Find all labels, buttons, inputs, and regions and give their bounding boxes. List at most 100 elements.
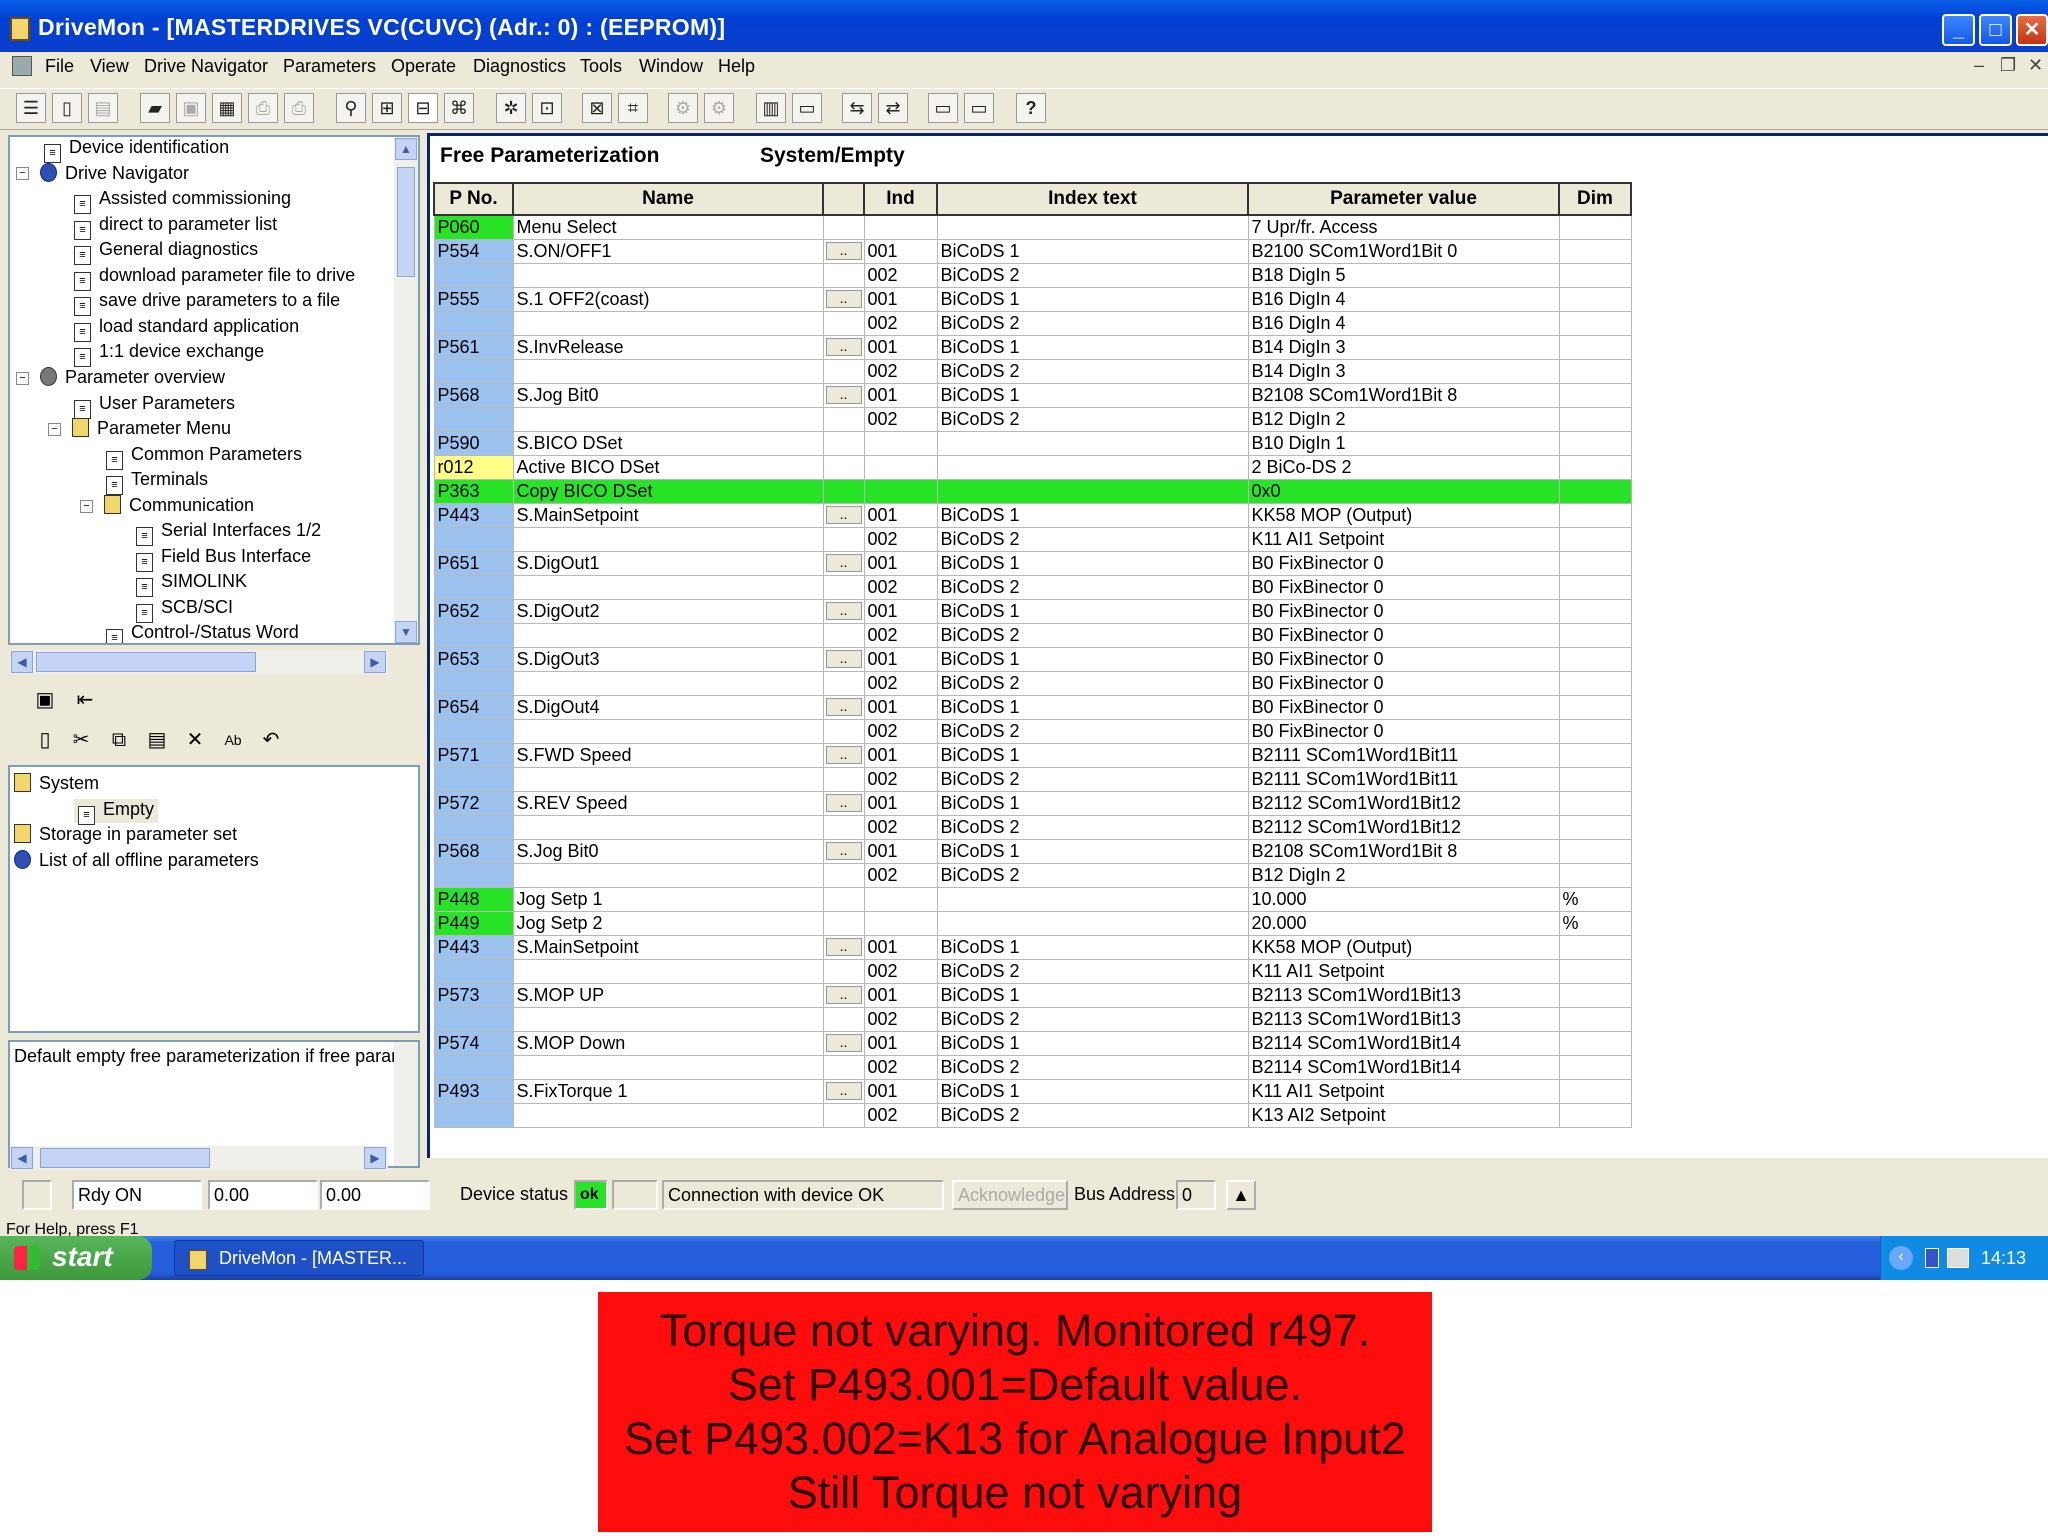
col-header-ind[interactable]: Ind [863,182,938,216]
dim-cell[interactable] [1558,1030,1632,1056]
param-value-cell[interactable]: K13 AI2 Setpoint [1247,1102,1560,1128]
tile-icon[interactable]: ▭ [928,93,958,123]
index-cell[interactable]: 001 [863,838,938,864]
index-expand-button[interactable]: .. [825,794,862,812]
dim-cell[interactable] [1558,646,1632,672]
param-name-cell[interactable]: Menu Select [512,214,824,240]
index-button-cell[interactable] [822,766,865,792]
param-number-cell[interactable]: P493 [433,1078,514,1104]
param-name-cell[interactable] [512,1006,824,1032]
tree-item-simolink[interactable]: ≡ SIMOLINK [136,571,247,597]
table-row[interactable]: P653 S.DigOut3.. 001 BiCoDS 1 B0 FixBinector… [433,646,1632,672]
col-header-button[interactable] [822,182,865,216]
index-text-cell[interactable]: BiCoDS 2 [936,1054,1249,1080]
param-name-cell[interactable]: S.FWD Speed [512,742,824,768]
param-name-cell[interactable]: S.MOP Down [512,1030,824,1056]
tree-item-download-parameter-file[interactable]: ≡ download parameter file to drive [74,265,355,291]
index-expand-button[interactable]: .. [825,602,862,620]
param-name-cell[interactable] [512,574,824,600]
table-row[interactable]: 002 BiCoDS 2 B0 FixBinector 0 [433,718,1632,744]
index-button-cell[interactable] [822,1006,865,1032]
index-text-cell[interactable]: BiCoDS 2 [936,526,1249,552]
index-button-cell[interactable] [822,478,865,504]
table-row[interactable]: P443 S.MainSetpoint.. 001 BiCoDS 1 KK58 MOP … [433,502,1632,528]
menu-operate[interactable]: Operate [391,56,456,77]
tree-item-save-drive-parameters[interactable]: ≡ save drive parameters to a file [74,290,340,316]
index-expand-button[interactable]: .. [825,506,862,524]
copy-icon[interactable]: ⧉ [104,725,134,755]
index-button-cell[interactable]: .. [822,550,865,576]
param-name-cell[interactable]: S.MOP UP [512,982,824,1008]
table-row[interactable]: 002 BiCoDS 2 K11 AI1 Setpoint [433,958,1632,984]
param-value-cell[interactable]: 0x0 [1247,478,1560,504]
scroll-left-icon[interactable]: ◀ [11,1147,33,1169]
table-row[interactable]: P363 Copy BICO DSet 0x0 [433,478,1632,504]
param-name-cell[interactable]: S.BICO DSet [512,430,824,456]
param-name-cell[interactable]: S.Jog Bit0 [512,838,824,864]
param-name-cell[interactable]: S.DigOut4 [512,694,824,720]
tree-item-assisted-commissioning[interactable]: ≡ Assisted commissioning [74,188,291,214]
index-text-cell[interactable]: BiCoDS 2 [936,358,1249,384]
index-text-cell[interactable] [936,454,1249,480]
index-text-cell[interactable]: BiCoDS 2 [936,310,1249,336]
param-number-cell[interactable]: P449 [433,910,514,936]
index-button-cell[interactable] [822,886,865,912]
param-number-cell[interactable]: P568 [433,838,514,864]
table-row[interactable]: P060 Menu Select 7 Upr/fr. Access [433,214,1632,240]
index-cell[interactable]: 002 [863,622,938,648]
description-scrollbar[interactable] [394,1042,418,1166]
param-name-cell[interactable]: S.FixTorque 1 [512,1078,824,1104]
index-cell[interactable]: 001 [863,286,938,312]
param-name-cell[interactable] [512,262,824,288]
param-number-cell[interactable]: P651 [433,550,514,576]
open-icon[interactable]: ▰ [140,93,170,123]
param-name-cell[interactable] [512,670,824,696]
table-row[interactable]: P555 S.1 OFF2(coast).. 001 BiCoDS 1 B16 DigI… [433,286,1632,312]
close-button[interactable]: ✕ [2016,14,2048,46]
param-number-cell[interactable]: r012 [433,454,514,480]
tree-horizontal-scrollbar[interactable]: ◀ ▶ [10,650,388,674]
param-number-cell[interactable] [433,358,514,384]
paste-icon[interactable]: ▤ [142,725,172,755]
cascade-icon[interactable]: ▭ [964,93,994,123]
index-button-cell[interactable] [822,406,865,432]
index-expand-button[interactable]: .. [825,386,862,404]
param-name-cell[interactable] [512,622,824,648]
param-number-cell[interactable]: P363 [433,478,514,504]
index-cell[interactable]: 001 [863,982,938,1008]
param-number-cell[interactable] [433,1102,514,1128]
table-row[interactable]: 002 BiCoDS 2 B16 DigIn 4 [433,310,1632,336]
param-number-cell[interactable]: P572 [433,790,514,816]
tree-view-icon[interactable]: ⊞ [372,93,402,123]
index-cell[interactable]: 001 [863,646,938,672]
dim-cell[interactable] [1558,574,1632,600]
index-button-cell[interactable] [822,622,865,648]
index-expand-button[interactable]: .. [825,554,862,572]
index-text-cell[interactable]: BiCoDS 2 [936,862,1249,888]
tree-view-active-icon[interactable]: ⊟ [408,93,438,123]
index-cell[interactable]: 002 [863,262,938,288]
dim-cell[interactable] [1558,382,1632,408]
index-text-cell[interactable]: BiCoDS 2 [936,622,1249,648]
dim-cell[interactable] [1558,310,1632,336]
dim-cell[interactable] [1558,838,1632,864]
index-text-cell[interactable]: BiCoDS 1 [936,502,1249,528]
index-button-cell[interactable]: .. [822,742,865,768]
table-row[interactable]: 002 BiCoDS 2 B0 FixBinector 0 [433,622,1632,648]
table-row[interactable]: 002 BiCoDS 2 B18 DigIn 5 [433,262,1632,288]
index-expand-button[interactable]: .. [825,842,862,860]
index-text-cell[interactable]: BiCoDS 1 [936,550,1249,576]
transfer-right-icon[interactable]: ⇄ [878,93,908,123]
param-name-cell[interactable]: S.DigOut3 [512,646,824,672]
param-value-cell[interactable]: B0 FixBinector 0 [1247,670,1560,696]
index-button-cell[interactable]: .. [822,694,865,720]
mdi-close-icon[interactable]: ✕ [2028,55,2043,76]
tree-item-load-standard-application[interactable]: ≡ load standard application [74,316,299,342]
taskbar-item-drivemon[interactable]: DriveMon - [MASTER... [174,1240,424,1276]
table-row[interactable]: P571 S.FWD Speed.. 001 BiCoDS 1 B2111 SCom1W… [433,742,1632,768]
download-icon[interactable]: ⚙ [704,93,734,123]
table-row[interactable]: 002 BiCoDS 2 B2112 SCom1Word1Bit12 [433,814,1632,840]
table-row[interactable]: 002 BiCoDS 2 B0 FixBinector 0 [433,670,1632,696]
table-row[interactable]: 002 BiCoDS 2 K13 AI2 Setpoint [433,1102,1632,1128]
index-expand-button[interactable]: .. [825,290,862,308]
